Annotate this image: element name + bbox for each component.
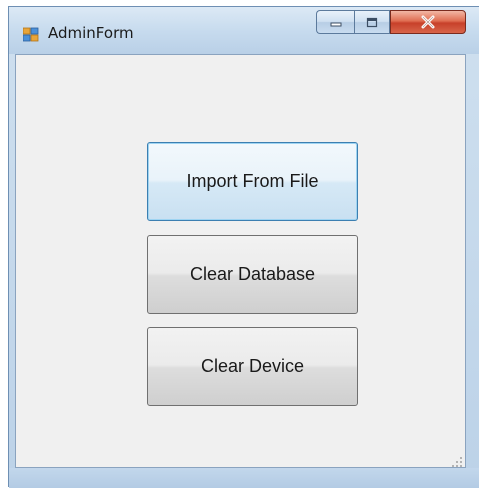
- minimize-icon: [330, 22, 341, 27]
- window-title: AdminForm: [48, 24, 134, 42]
- resize-grip-icon[interactable]: [451, 453, 463, 467]
- clear-device-button[interactable]: Clear Device: [147, 327, 358, 406]
- app-form-icon: [22, 26, 39, 42]
- form-client-area: Import From File Clear Database Clear De…: [15, 54, 466, 468]
- window-bottom-frame: [9, 468, 479, 488]
- maximize-button[interactable]: [354, 10, 390, 34]
- background: [0, 0, 8, 487]
- import-from-file-button[interactable]: Import From File: [147, 142, 358, 221]
- close-icon: [421, 15, 435, 29]
- close-button[interactable]: [390, 10, 466, 34]
- clear-database-button[interactable]: Clear Database: [147, 235, 358, 314]
- title-bar[interactable]: AdminForm: [9, 7, 479, 54]
- minimize-button[interactable]: [316, 10, 354, 34]
- admin-form-window: AdminForm Import From File Clear Databas…: [8, 6, 479, 488]
- maximize-icon: [366, 17, 378, 27]
